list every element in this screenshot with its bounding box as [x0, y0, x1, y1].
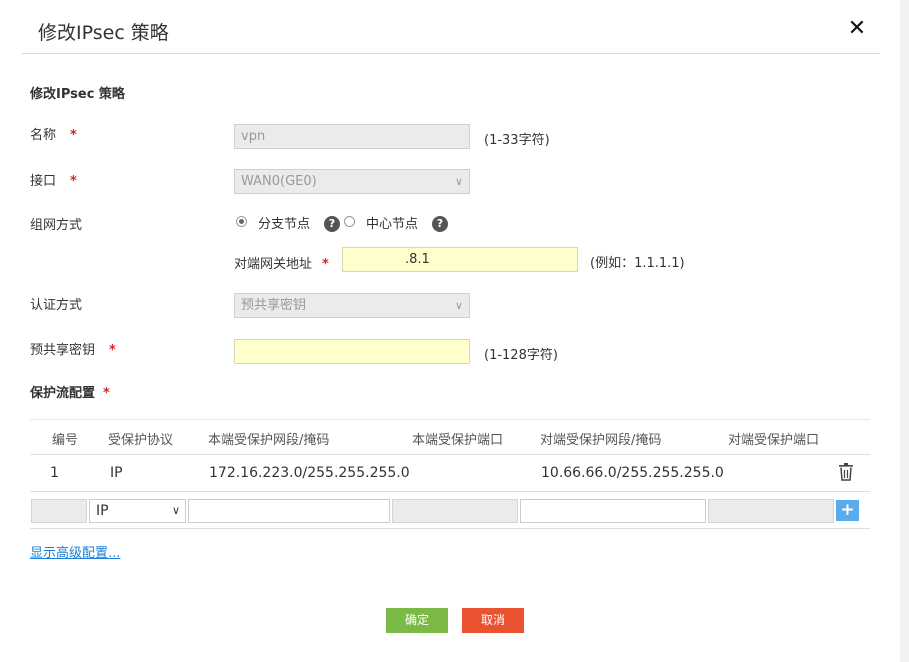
auth-method-select[interactable]: 预共享密钥 ∨ — [234, 293, 470, 318]
name-input[interactable]: vpn — [234, 124, 470, 149]
name-label: 名称 * — [30, 124, 77, 143]
chevron-down-icon: ∨ — [454, 299, 463, 312]
new-row-local-port-input — [392, 499, 518, 523]
center-node-label: 中心节点 — [366, 217, 419, 232]
required-mark: * — [103, 386, 110, 401]
new-row-protocol-value: IP — [96, 503, 109, 519]
new-row-local-net-input[interactable] — [188, 499, 390, 523]
trash-icon[interactable] — [838, 463, 854, 481]
interface-select-value: WAN0(GE0) — [241, 174, 317, 189]
ok-button[interactable]: 确定 — [386, 608, 448, 633]
row-peer-net: 10.66.66.0/255.255.255.0 — [541, 465, 724, 481]
peer-gateway-input[interactable]: .8.1 — [342, 247, 578, 272]
close-icon[interactable]: ✕ — [846, 16, 868, 42]
psk-hint: (1-128字符) — [484, 348, 558, 363]
protected-flow-title: 保护流配置 * — [30, 382, 110, 401]
peer-gateway-label: 对端网关地址 * — [234, 253, 329, 272]
column-header: 受保护协议 — [108, 433, 174, 448]
networking-label: 组网方式 — [30, 218, 83, 233]
row-divider — [30, 491, 870, 492]
cancel-button[interactable]: 取消 — [462, 608, 524, 633]
psk-label: 预共享密钥 * — [30, 339, 116, 358]
column-header: 本端受保护网段/掩码 — [208, 433, 330, 448]
column-header: 编号 — [52, 433, 79, 448]
peer-gateway-hint: (例如：1.1.1.1) — [590, 256, 685, 271]
title-divider — [22, 53, 880, 54]
interface-label-text: 接口 — [30, 174, 57, 189]
auth-method-value: 预共享密钥 — [241, 298, 307, 313]
row-local-net: 172.16.223.0/255.255.255.0 — [209, 465, 410, 481]
table-bottom-border — [30, 528, 870, 529]
dialog-title: 修改IPsec 策略 — [38, 22, 169, 44]
psk-input[interactable] — [234, 339, 470, 364]
radio-center-node[interactable] — [344, 216, 355, 227]
column-header: 对端受保护网段/掩码 — [540, 433, 662, 448]
table-top-border — [30, 419, 870, 420]
row-protocol: IP — [110, 465, 123, 481]
section-title: 修改IPsec 策略 — [30, 87, 125, 102]
chevron-down-icon: ∨ — [454, 175, 463, 188]
required-mark: * — [70, 174, 77, 189]
required-mark: * — [322, 257, 329, 272]
help-icon[interactable]: ? — [432, 216, 448, 232]
interface-select[interactable]: WAN0(GE0) ∨ — [234, 169, 470, 194]
name-label-text: 名称 — [30, 128, 57, 143]
new-row-peer-port-input — [708, 499, 834, 523]
protected-flow-label: 保护流配置 — [30, 386, 96, 401]
branch-node-label: 分支节点 — [258, 217, 311, 232]
new-row-protocol-select[interactable]: IP ∨ — [89, 499, 186, 523]
add-row-button[interactable]: + — [836, 500, 859, 521]
advanced-config-link[interactable]: 显示高级配置... — [30, 542, 120, 561]
table-header-divider — [30, 454, 870, 455]
interface-label: 接口 * — [30, 170, 77, 189]
auth-method-label: 认证方式 — [30, 298, 83, 313]
new-row-index — [31, 499, 87, 523]
required-mark: * — [109, 343, 116, 358]
chevron-down-icon: ∨ — [171, 504, 180, 517]
radio-branch-node[interactable] — [236, 216, 247, 227]
name-hint: (1-33字符) — [484, 133, 550, 148]
column-header: 本端受保护端口 — [412, 433, 504, 448]
required-mark: * — [70, 128, 77, 143]
new-row-peer-net-input[interactable] — [520, 499, 706, 523]
row-index: 1 — [50, 465, 59, 481]
column-header: 对端受保护端口 — [728, 433, 820, 448]
psk-label-text: 预共享密钥 — [30, 343, 96, 358]
help-icon[interactable]: ? — [324, 216, 340, 232]
peer-gateway-label-text: 对端网关地址 — [234, 257, 313, 272]
ipsec-edit-dialog: 修改IPsec 策略 ✕ 修改IPsec 策略 名称 * vpn (1-33字符)… — [0, 0, 900, 662]
